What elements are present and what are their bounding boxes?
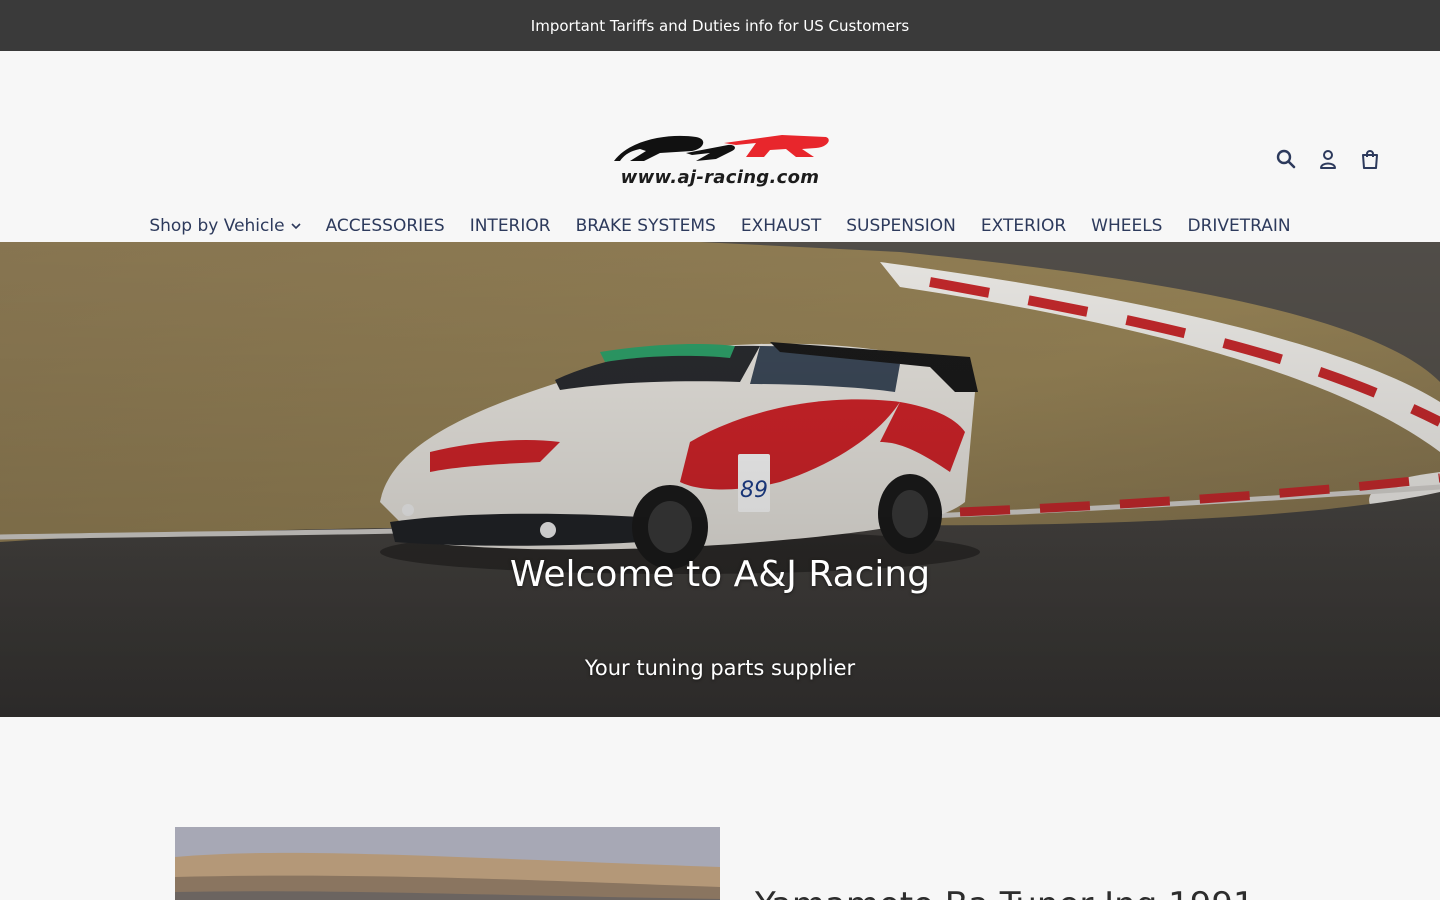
site-header: www.aj-racing.com Shop by Vehicle ACCESS…	[0, 51, 1440, 242]
nav-item-accessories[interactable]: ACCESSORIES	[326, 216, 445, 236]
hero-subtitle: Your tuning parts supplier	[584, 656, 856, 680]
chevron-down-icon	[290, 222, 301, 229]
featured-heading: Yamamoto Ba Tuner Ing 1991	[755, 885, 1255, 900]
nav-item-suspension[interactable]: SUSPENSION	[846, 216, 956, 236]
logo-wordmark: www.aj-racing.com	[620, 167, 820, 188]
hero-title: Welcome to A&J Racing	[509, 554, 931, 595]
featured-photo	[175, 827, 720, 900]
search-icon[interactable]	[1276, 148, 1296, 170]
announcement-text[interactable]: Important Tariffs and Duties info for US…	[531, 17, 909, 35]
header-icons	[1276, 148, 1380, 170]
account-icon[interactable]	[1318, 148, 1338, 170]
hero-image: 89	[0, 242, 1440, 717]
nav-item-interior[interactable]: INTERIOR	[470, 216, 551, 236]
featured-section: Yamamoto Ba Tuner Ing 1991	[0, 717, 1440, 900]
cart-icon[interactable]	[1360, 148, 1380, 170]
announcement-bar[interactable]: Important Tariffs and Duties info for US…	[0, 0, 1440, 51]
main-navigation: Shop by Vehicle ACCESSORIES INTERIOR BRA…	[0, 216, 1440, 236]
nav-item-exhaust[interactable]: EXHAUST	[741, 216, 821, 236]
nav-item-shop-by-vehicle[interactable]: Shop by Vehicle	[149, 216, 301, 236]
nav-item-exterior[interactable]: EXTERIOR	[981, 216, 1066, 236]
nav-item-drivetrain[interactable]: DRIVETRAIN	[1187, 216, 1290, 236]
hero-banner: 89 Welcome to A&J Racing Your tuning par…	[0, 242, 1440, 717]
nav-item-wheels[interactable]: WHEELS	[1091, 216, 1162, 236]
featured-image[interactable]	[175, 827, 720, 900]
nav-item-brake-systems[interactable]: BRAKE SYSTEMS	[576, 216, 716, 236]
